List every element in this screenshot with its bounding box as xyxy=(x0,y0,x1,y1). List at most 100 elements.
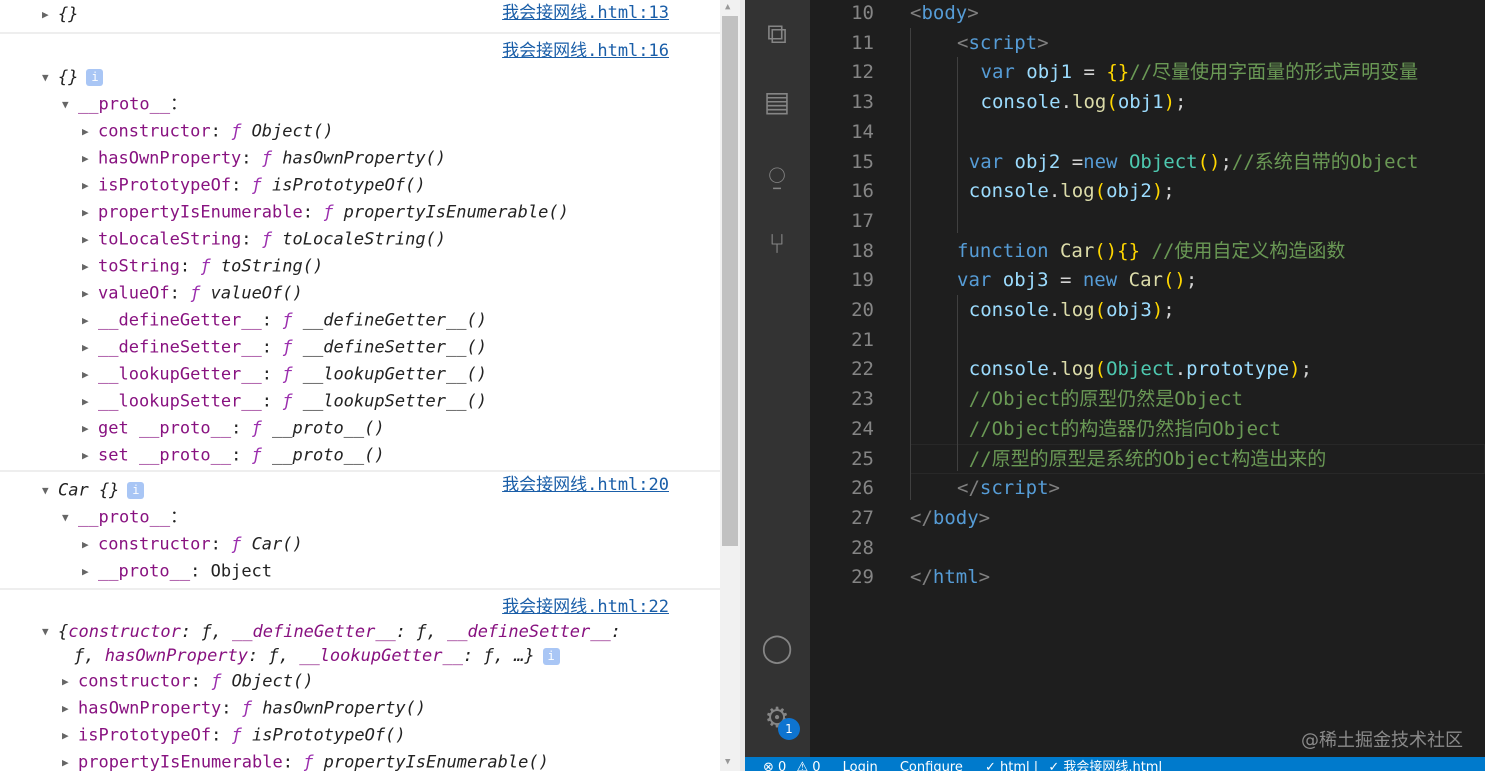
code-token: ) xyxy=(1151,299,1164,321)
object-property-row[interactable]: ▶ valueOf: ƒ valueOf() xyxy=(0,280,720,307)
info-icon[interactable]: i xyxy=(86,69,104,86)
object-property-row[interactable]: ▶ __proto__: Object xyxy=(0,558,720,585)
expand-triangle-right-icon[interactable]: ▶ xyxy=(82,415,98,442)
info-icon[interactable]: i xyxy=(127,482,145,499)
code-line[interactable]: 11 <script> xyxy=(810,28,1485,58)
object-property-row[interactable]: ▶ __defineSetter__: ƒ __defineSetter__() xyxy=(0,334,720,361)
code-token: ; xyxy=(1300,358,1313,381)
property-value: : xyxy=(261,310,283,331)
code-line[interactable]: 19 var obj3 = new Car(); xyxy=(810,265,1485,295)
extensions-icon[interactable]: ⧉ xyxy=(759,16,795,52)
function-icon: ƒ xyxy=(211,671,232,692)
code-line[interactable]: 16 console.log(obj2); xyxy=(810,176,1485,206)
object-property-row[interactable]: ▶ isPrototypeOf: ƒ isPrototypeOf() xyxy=(0,722,720,749)
property-value: Object xyxy=(210,561,273,582)
watermark: @稀土掘金技术社区 xyxy=(1301,730,1463,751)
object-property-row[interactable]: ▼{} i xyxy=(0,64,720,91)
code-line[interactable]: 14 xyxy=(810,117,1485,147)
code-line[interactable]: 17 xyxy=(810,206,1485,236)
code-line[interactable]: 18 function Car(){} //使用自定义构造函数 xyxy=(810,236,1485,266)
object-property-row[interactable]: ▶ propertyIsEnumerable: ƒ propertyIsEnume… xyxy=(0,749,720,771)
object-property-row[interactable]: ▶{} xyxy=(0,1,720,28)
code-line[interactable]: 10 <body> xyxy=(810,0,1485,28)
errors-status[interactable]: ⊗ 0 xyxy=(763,760,786,771)
code-line[interactable]: 15 var obj2 =new Object();//系统自带的Object xyxy=(810,147,1485,177)
code-line[interactable]: 12 var obj1 = {}//尽量使用字面量的形式声明变量 xyxy=(810,57,1485,87)
object-property-row[interactable]: ▶ get __proto__: ƒ __proto__() xyxy=(0,415,720,442)
code-line[interactable]: 27 </body> xyxy=(810,503,1485,533)
language-status[interactable]: ✓ html | xyxy=(985,760,1038,771)
code-token: obj3 xyxy=(1002,269,1060,292)
code-line[interactable]: 23 //Object的原型仍然是Object xyxy=(810,384,1485,414)
expand-triangle-right-icon[interactable]: ▶ xyxy=(62,668,78,695)
warnings-status[interactable]: ⚠ 0 xyxy=(796,760,820,771)
code-line[interactable]: 28 xyxy=(810,533,1485,563)
code-line[interactable]: 20 console.log(obj3); xyxy=(810,295,1485,325)
code-line[interactable]: 13 console.log(obj1); xyxy=(810,87,1485,117)
code-editor[interactable]: 10 <body> 11 <script> 12 var obj1 = {}//尽量使用字… xyxy=(810,0,1485,757)
code-line[interactable]: 24 //Object的构造器仍然指向Object xyxy=(810,414,1485,444)
login-button[interactable]: Login xyxy=(843,760,878,771)
expand-triangle-right-icon[interactable]: ▶ xyxy=(82,226,98,253)
expand-triangle-down-icon[interactable]: ▼ xyxy=(42,620,58,644)
expand-triangle-right-icon[interactable]: ▶ xyxy=(42,1,58,28)
object-property-row[interactable]: ▶ hasOwnProperty: ƒ hasOwnProperty() xyxy=(0,695,720,722)
expand-triangle-right-icon[interactable]: ▶ xyxy=(82,199,98,226)
expand-triangle-right-icon[interactable]: ▶ xyxy=(62,695,78,722)
expand-triangle-right-icon[interactable]: ▶ xyxy=(82,442,98,469)
expand-triangle-down-icon[interactable]: ▼ xyxy=(42,64,58,91)
expand-triangle-right-icon[interactable]: ▶ xyxy=(62,749,78,771)
object-property-row[interactable]: ▶ isPrototypeOf: ƒ isPrototypeOf() xyxy=(0,172,720,199)
expand-triangle-right-icon[interactable]: ▶ xyxy=(82,334,98,361)
scroll-up-icon[interactable]: ▲ xyxy=(725,2,730,12)
property-value: Car() xyxy=(251,534,303,555)
object-property-row[interactable]: ▶ toString: ƒ toString() xyxy=(0,253,720,280)
expand-triangle-right-icon[interactable]: ▶ xyxy=(82,531,98,558)
code-line[interactable]: 21 xyxy=(810,325,1485,355)
object-property-row[interactable]: ▶ set __proto__: ƒ __proto__() xyxy=(0,442,720,469)
configure-button[interactable]: Configure xyxy=(900,760,963,771)
remote-icon[interactable]: ⍜ xyxy=(759,158,795,194)
code-line[interactable]: 25 //原型的原型是系统的Object构造出来的 xyxy=(810,444,1485,474)
source-control-icon[interactable]: ⑂ xyxy=(759,226,795,262)
code-line[interactable]: 29 </html> xyxy=(810,562,1485,592)
expand-triangle-down-icon[interactable]: ▼ xyxy=(42,477,58,504)
object-property-row[interactable]: ▼ Car {} i xyxy=(0,477,720,504)
function-icon: ƒ xyxy=(261,229,283,250)
property-value: : xyxy=(261,364,283,385)
info-icon[interactable]: i xyxy=(542,647,560,665)
object-property-row[interactable]: ▶ constructor: ƒ Car() xyxy=(0,531,720,558)
object-property-row[interactable]: ▶ hasOwnProperty: ƒ hasOwnProperty() xyxy=(0,145,720,172)
expand-triangle-down-icon[interactable]: ▼ xyxy=(62,91,78,118)
expand-triangle-right-icon[interactable]: ▶ xyxy=(82,280,98,307)
expand-triangle-down-icon[interactable]: ▼ xyxy=(62,504,78,531)
console-scrollbar[interactable]: ▲ ▼ xyxy=(720,0,740,771)
object-property-row[interactable]: ▼ __proto__： xyxy=(0,504,720,531)
object-property-row[interactable]: ▼ {constructor: ƒ, __defineGetter__: ƒ, _… xyxy=(0,620,720,644)
expand-triangle-right-icon[interactable]: ▶ xyxy=(82,388,98,415)
object-property-row[interactable]: ▶ __lookupSetter__: ƒ __lookupSetter__() xyxy=(0,388,720,415)
object-property-row[interactable]: ▶ __lookupGetter__: ƒ __lookupGetter__() xyxy=(0,361,720,388)
object-property-row[interactable]: ▶ propertyIsEnumerable: ƒ propertyIsEnume… xyxy=(0,199,720,226)
account-icon[interactable]: ◯ xyxy=(759,630,795,666)
expand-triangle-right-icon[interactable]: ▶ xyxy=(82,118,98,145)
object-property-row[interactable]: ▶ constructor: ƒ Object() xyxy=(0,668,720,695)
object-property-row[interactable]: ▶ toLocaleString: ƒ toLocaleString() xyxy=(0,226,720,253)
expand-triangle-right-icon[interactable]: ▶ xyxy=(82,361,98,388)
expand-triangle-right-icon[interactable]: ▶ xyxy=(82,558,98,585)
object-property-row[interactable]: ƒ, hasOwnProperty: ƒ, __lookupGetter__: … xyxy=(0,644,720,668)
expand-triangle-right-icon[interactable]: ▶ xyxy=(82,172,98,199)
file-status[interactable]: ✓ 我会接网线.html xyxy=(1048,760,1162,771)
code-line[interactable]: 22 console.log(Object.prototype); xyxy=(810,354,1485,384)
expand-triangle-right-icon[interactable]: ▶ xyxy=(82,145,98,172)
expand-triangle-right-icon[interactable]: ▶ xyxy=(82,307,98,334)
code-line[interactable]: 26 </script> xyxy=(810,473,1485,503)
scroll-down-icon[interactable]: ▼ xyxy=(725,757,730,767)
object-property-row[interactable]: ▶ constructor: ƒ Object() xyxy=(0,118,720,145)
object-property-row[interactable]: ▶ __defineGetter__: ƒ __defineGetter__() xyxy=(0,307,720,334)
scrollbar-thumb[interactable] xyxy=(722,16,738,546)
expand-triangle-right-icon[interactable]: ▶ xyxy=(82,253,98,280)
preview-icon[interactable]: ▤ xyxy=(759,84,795,120)
expand-triangle-right-icon[interactable]: ▶ xyxy=(62,722,78,749)
object-property-row[interactable]: ▼ __proto__： xyxy=(0,91,720,118)
